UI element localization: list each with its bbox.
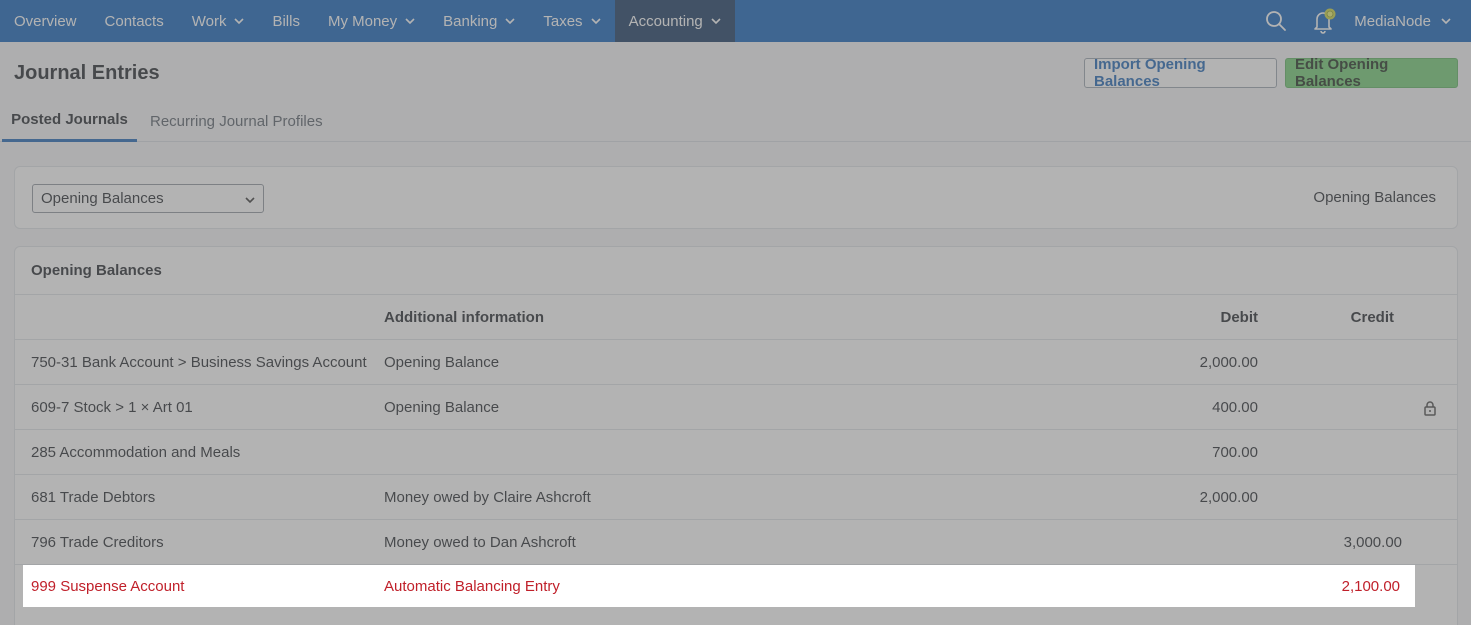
tab-posted-journals[interactable]: Posted Journals (2, 100, 137, 142)
row-debit: 400.00 (1212, 399, 1258, 416)
row-account: 609-7 Stock > 1 × Art 01 (31, 399, 193, 416)
row-info: Opening Balance (384, 399, 500, 416)
select-value: Opening Balances (41, 190, 164, 207)
filter-panel: Opening Balances Opening Balances (14, 166, 1458, 229)
search-icon (1266, 11, 1287, 31)
row-account: 796 Trade Creditors (31, 534, 164, 551)
header-additional-information: Additional information (384, 309, 544, 326)
row-account: 285 Accommodation and Meals (31, 444, 241, 461)
notification-bell-icon (1314, 8, 1336, 34)
notifications-button[interactable] (1300, 0, 1348, 42)
nav-my-money[interactable]: My Money (314, 0, 429, 42)
tab-bar: Posted Journals Recurring Journal Profil… (0, 100, 1471, 142)
nav-contacts[interactable]: Contacts (91, 0, 178, 42)
row-info: Money owed by Claire Ashcroft (384, 489, 591, 506)
user-menu[interactable]: MediaNode (1348, 0, 1471, 42)
chevron-down-icon (711, 18, 721, 25)
user-name: MediaNode (1354, 12, 1431, 30)
chevron-down-icon (505, 18, 515, 25)
header-debit: Debit (1220, 309, 1259, 326)
row-credit: 3,000.00 (1343, 534, 1402, 551)
top-navigation: Overview Contacts Work Bills My Money Ba… (0, 0, 1471, 42)
nav-accounting[interactable]: Accounting (614, 0, 735, 42)
nav-label: Work (191, 12, 227, 30)
tab-recurring-journal-profiles[interactable]: Recurring Journal Profiles (150, 100, 323, 142)
lock-icon (1424, 400, 1436, 416)
table-row[interactable]: 796 Trade Creditors Money owed to Dan As… (15, 520, 1457, 565)
header-credit: Credit (1350, 309, 1394, 326)
nav-overview[interactable]: Overview (0, 0, 91, 42)
nav-banking[interactable]: Banking (429, 0, 529, 42)
row-info: Opening Balance (384, 354, 500, 371)
row-debit: 2,000.00 (1199, 354, 1258, 371)
filter-label: Opening Balances (1313, 189, 1436, 206)
nav-right-group: MediaNode (1252, 0, 1471, 42)
table-header-row: Additional information Debit Credit (15, 295, 1457, 340)
row-account: 681 Trade Debtors (31, 489, 156, 506)
nav-label: Taxes (543, 12, 583, 30)
card-title: Opening Balances (31, 262, 162, 279)
chevron-down-icon (405, 18, 415, 25)
nav-bills[interactable]: Bills (258, 0, 314, 42)
table-row[interactable]: 750-31 Bank Account > Business Savings A… (15, 340, 1457, 385)
nav-work[interactable]: Work (178, 0, 259, 42)
nav-label: Banking (443, 12, 498, 30)
chevron-down-icon (245, 197, 255, 204)
nav-label: Contacts (104, 12, 164, 30)
nav-label: Accounting (628, 12, 703, 30)
chevron-down-icon (1441, 18, 1451, 25)
chevron-down-icon (234, 18, 245, 25)
nav-label: My Money (327, 12, 398, 30)
nav-label: Overview (14, 12, 77, 30)
nav-taxes[interactable]: Taxes (529, 0, 614, 42)
chevron-down-icon (590, 18, 601, 25)
row-account: 750-31 Bank Account > Business Savings A… (31, 354, 367, 371)
lock-icon-wrapper[interactable] (1422, 385, 1438, 430)
table-row[interactable]: 609-7 Stock > 1 × Art 01 Opening Balance… (15, 385, 1457, 430)
page-title: Journal Entries (14, 62, 160, 84)
row-debit: 700.00 (1212, 444, 1258, 461)
import-opening-balances-button[interactable]: Import Opening Balances (1084, 56, 1277, 90)
journal-type-select[interactable]: Opening Balances (32, 184, 264, 213)
table-row[interactable]: 681 Trade Debtors Money owed by Claire A… (15, 475, 1457, 520)
nav-label: Bills (272, 12, 300, 30)
edit-opening-balances-button[interactable]: Edit Opening Balances (1285, 56, 1458, 90)
row-debit: 2,000.00 (1199, 489, 1258, 506)
row-info: Money owed to Dan Ashcroft (384, 534, 576, 551)
search-button[interactable] (1252, 0, 1300, 42)
table-row[interactable]: 285 Accommodation and Meals 700.00 (15, 430, 1457, 475)
opening-balances-card: Opening Balances Additional information … (14, 246, 1458, 625)
